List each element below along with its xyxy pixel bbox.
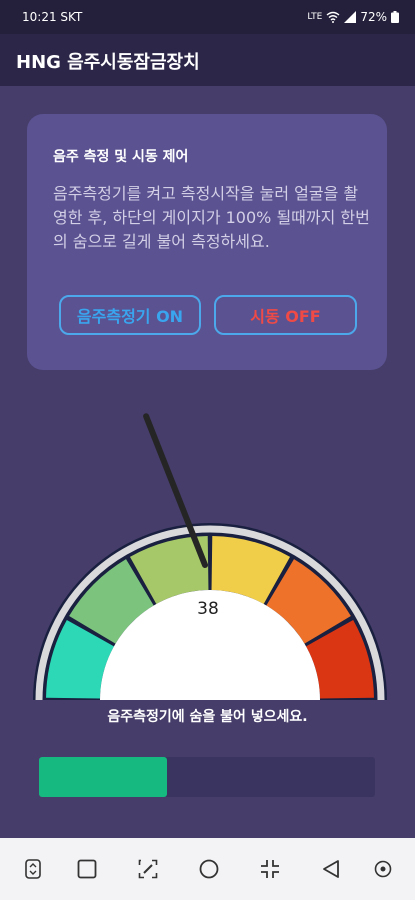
control-card: 음주 측정 및 시동 제어 음주측정기를 켜고 측정시작을 눌러 얼굴을 촬영한… <box>27 114 387 370</box>
gauge: 38 <box>30 413 390 730</box>
square-icon[interactable] <box>76 858 98 880</box>
engine-off-button[interactable]: 시동 OFF <box>214 295 357 335</box>
app-bar: HNG 음주시동잠금장치 <box>0 34 415 86</box>
app-title: HNG 음주시동잠금장치 <box>16 52 200 73</box>
system-nav-bar <box>0 838 415 900</box>
breath-progress-fill <box>39 757 167 797</box>
compress-icon[interactable] <box>259 858 281 880</box>
wifi-icon <box>326 11 340 23</box>
breathalyzer-on-button[interactable]: 음주측정기 ON <box>59 295 201 335</box>
status-bar: 10:21 SKT LTE 72% <box>0 0 415 34</box>
circle-icon[interactable] <box>198 858 220 880</box>
breath-progress-bar <box>39 757 375 797</box>
screen-switch-icon[interactable] <box>22 858 44 880</box>
back-triangle-icon[interactable] <box>320 858 342 880</box>
status-time: 10:21 SKT <box>22 10 83 24</box>
battery-icon <box>391 11 399 23</box>
battery-percent: 72% <box>360 10 387 24</box>
card-description: 음주측정기를 켜고 측정시작을 눌러 얼굴을 촬영한 후, 하단의 게이지가 1… <box>53 184 370 251</box>
gauge-value: 38 <box>197 599 219 619</box>
edit-icon[interactable] <box>137 858 159 880</box>
card-heading: 음주 측정 및 시동 제어 <box>53 149 189 165</box>
network-label: LTE <box>307 12 323 22</box>
dot-icon[interactable] <box>372 858 394 880</box>
signal-icon <box>344 11 357 23</box>
gauge-instruction: 음주측정기에 숨을 불어 넣으세요. <box>107 709 308 725</box>
status-indicators: LTE 72% <box>307 10 399 24</box>
